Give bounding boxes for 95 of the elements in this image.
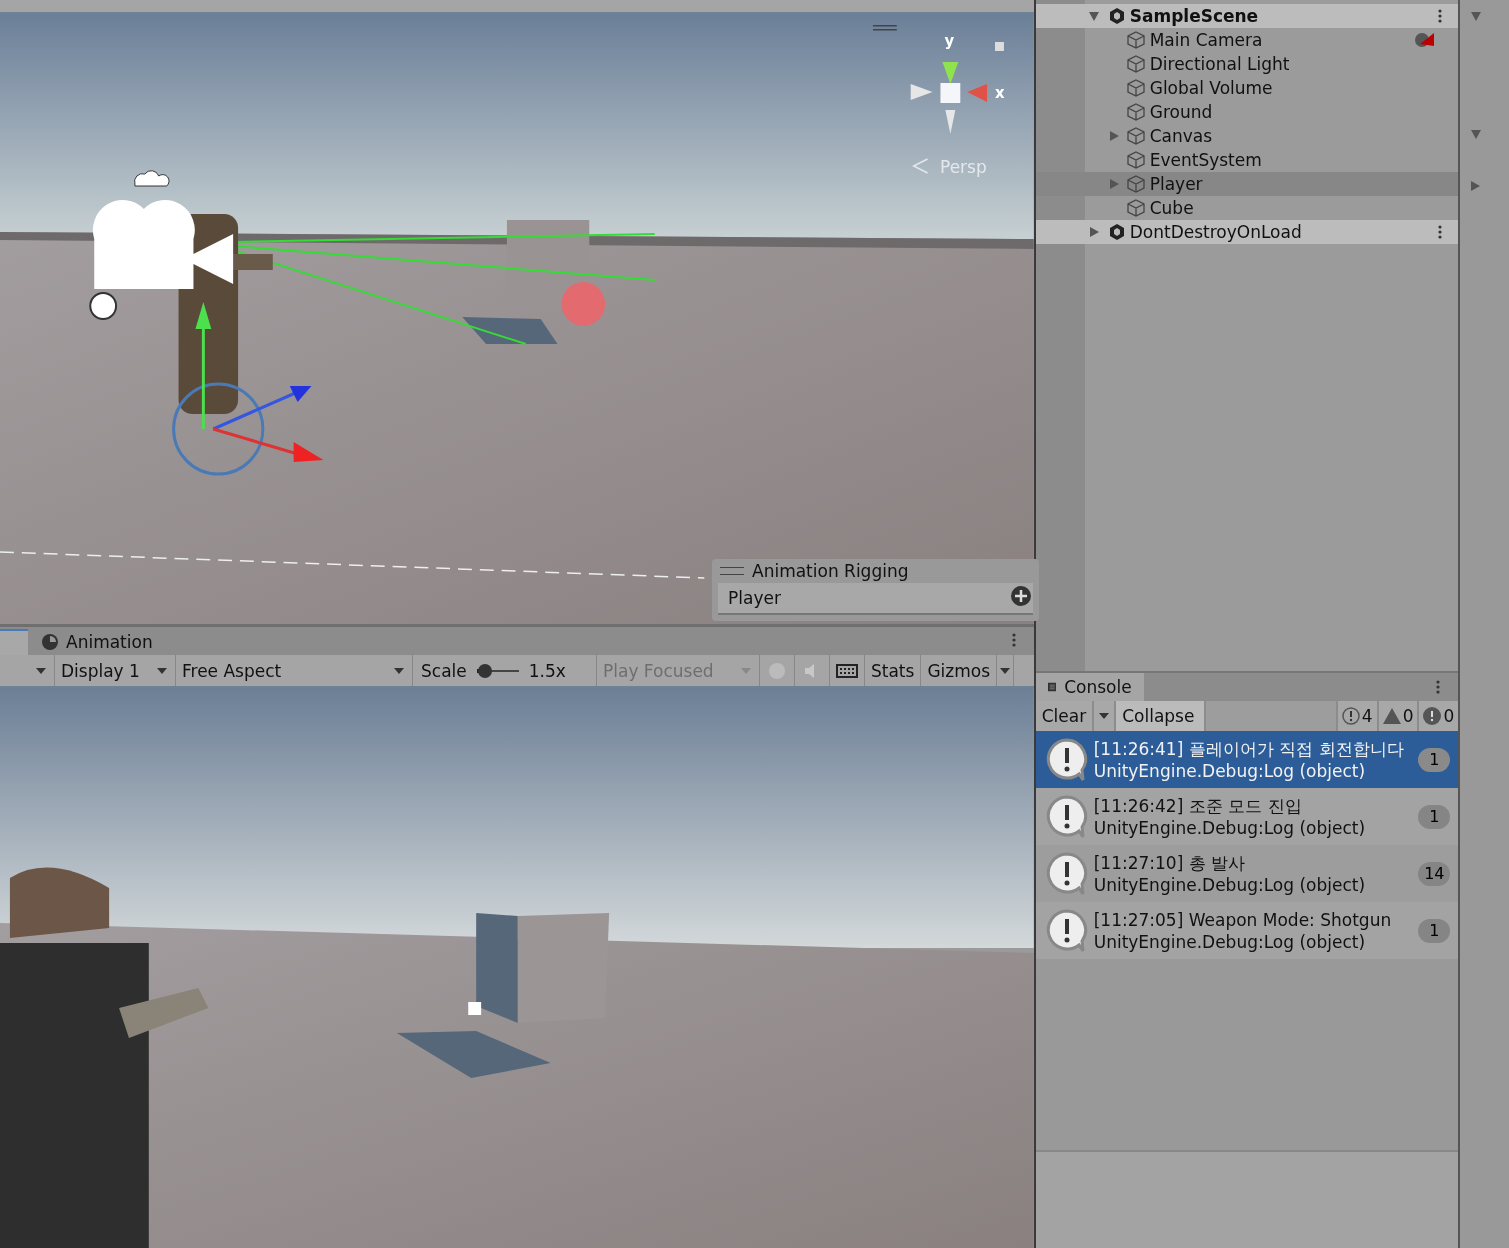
add-icon[interactable]: [1011, 586, 1031, 606]
info-icon: [1045, 908, 1088, 953]
count-badge: 14: [1418, 861, 1451, 886]
info-icon: [1341, 707, 1360, 725]
warning-icon: [1382, 708, 1401, 724]
clear-dropdown[interactable]: [1094, 701, 1115, 731]
scene-row[interactable]: SampleScene: [1035, 4, 1459, 28]
log-entry[interactable]: [11:26:42] 조준 모드 진입 UnityEngine.Debug:Log (object) 1: [1035, 788, 1459, 845]
scene-icon: [1107, 223, 1126, 241]
overlay-title: Animation Rigging: [752, 561, 909, 581]
stats-button[interactable]: Stats: [865, 655, 922, 686]
menu-icon[interactable]: [1438, 225, 1443, 239]
caret-icon: [394, 667, 404, 674]
caret-icon: [36, 667, 46, 674]
camera-icon: [92, 200, 234, 289]
display-dropdown[interactable]: Display 1: [55, 655, 176, 686]
foldout-icon[interactable]: [1108, 178, 1120, 190]
axis-label: x: [995, 83, 1005, 102]
console-tab[interactable]: Console: [1035, 673, 1144, 701]
menu-icon[interactable]: [1438, 9, 1443, 23]
menu-icon[interactable]: [1436, 680, 1441, 694]
scene-name: DontDestroyOnLoad: [1129, 222, 1302, 242]
scene-name: SampleScene: [1129, 6, 1259, 26]
log-entry[interactable]: [11:26:41] 플레이어가 직접 회전합니다 UnityEngine.Debug:Log (object) 1: [1035, 731, 1459, 788]
collapse-button[interactable]: Collapse: [1116, 701, 1205, 731]
search-field[interactable]: [1206, 701, 1336, 731]
info-icon: [1045, 737, 1088, 782]
scale-label: Scale: [421, 660, 467, 681]
cube-icon: [1125, 78, 1146, 98]
info-count-button[interactable]: 4: [1337, 701, 1377, 731]
hierarchy-item[interactable]: EventSystem: [1035, 148, 1459, 172]
dock-tab[interactable]: Animation: [28, 629, 167, 655]
cube-icon: [1125, 126, 1146, 146]
log-source: UnityEngine.Debug:Log (object): [1093, 816, 1367, 839]
hierarchy-item[interactable]: Canvas: [1035, 124, 1459, 148]
clock-icon: [42, 634, 58, 650]
gizmos-button[interactable]: Gizmos: [921, 655, 998, 686]
list-icon: [1047, 680, 1057, 694]
chevron-icon: [912, 158, 929, 174]
scene-icon: [1107, 7, 1126, 25]
cube-icon: [1125, 102, 1146, 122]
error-count-button[interactable]: 0: [1419, 701, 1459, 731]
log-message: [11:26:42] 조준 모드 진입: [1093, 794, 1303, 817]
caret-icon: [741, 667, 751, 674]
axis-label: y: [944, 31, 955, 50]
log-message: [11:26:41] 플레이어가 직접 회전합니다: [1093, 737, 1405, 760]
cloud-icon: [134, 170, 170, 187]
hierarchy-item[interactable]: Global Volume: [1035, 76, 1459, 100]
hierarchy-item[interactable]: Player: [1035, 172, 1459, 196]
aperture-icon: [89, 292, 118, 320]
hierarchy-item[interactable]: Directional Light: [1035, 52, 1459, 76]
cube-icon: [1125, 174, 1146, 194]
scale-slider[interactable]: [476, 663, 519, 678]
menu-icon[interactable]: [1011, 633, 1016, 647]
log-source: UnityEngine.Debug:Log (object): [1093, 873, 1367, 896]
foldout-icon[interactable]: [1470, 180, 1482, 192]
scene-row[interactable]: DontDestroyOnLoad: [1035, 220, 1459, 244]
log-source: UnityEngine.Debug:Log (object): [1093, 930, 1367, 953]
caret-icon: [1099, 713, 1110, 719]
caret-icon: [157, 667, 167, 674]
warning-count-button[interactable]: 0: [1378, 701, 1418, 731]
log-entry[interactable]: [11:27:05] Weapon Mode: Shotgun UnityEngine.Debug:Log (object) 1: [1035, 902, 1459, 959]
orientation-gizmo[interactable]: [910, 62, 988, 134]
foldout-icon[interactable]: [1470, 128, 1483, 140]
foldout-icon[interactable]: [1087, 226, 1100, 238]
light-marker: [561, 282, 606, 326]
hierarchy-item[interactable]: Main Camera: [1035, 28, 1459, 52]
info-icon: [1045, 794, 1088, 839]
overlay-item[interactable]: Player: [718, 583, 1033, 615]
hierarchy-item[interactable]: Cube: [1035, 196, 1459, 220]
drag-handle-icon: [873, 25, 897, 31]
foldout-icon[interactable]: [1087, 10, 1100, 22]
drag-handle-icon: [720, 567, 744, 575]
gizmos-dropdown[interactable]: [997, 655, 1015, 686]
foldout-icon[interactable]: [1108, 130, 1120, 142]
cube-icon: [1125, 198, 1146, 218]
count-badge: 1: [1418, 747, 1451, 772]
dock-tab[interactable]: [0, 629, 28, 655]
log-message: [11:27:10] 총 발사: [1093, 851, 1247, 874]
aspect-dropdown[interactable]: Free Aspect: [176, 655, 413, 686]
hierarchy-item[interactable]: Ground: [1035, 100, 1459, 124]
cube-icon: [1125, 30, 1146, 50]
log-entry[interactable]: [11:27:10] 총 발사 UnityEngine.Debug:Log (object) 14: [1035, 845, 1459, 902]
caret-icon: [1000, 667, 1011, 674]
info-icon: [1045, 851, 1088, 896]
log-source: UnityEngine.Debug:Log (object): [1093, 759, 1367, 782]
cube-icon: [1125, 54, 1146, 74]
log-message: [11:27:05] Weapon Mode: Shotgun: [1093, 908, 1393, 931]
scale-value: 1.5x: [528, 660, 566, 681]
count-badge: 1: [1418, 804, 1451, 829]
clear-button[interactable]: Clear: [1035, 701, 1093, 731]
foldout-icon[interactable]: [1470, 10, 1483, 22]
cube-icon: [1125, 150, 1146, 170]
count-badge: 1: [1418, 918, 1451, 943]
error-icon: [1423, 707, 1442, 725]
